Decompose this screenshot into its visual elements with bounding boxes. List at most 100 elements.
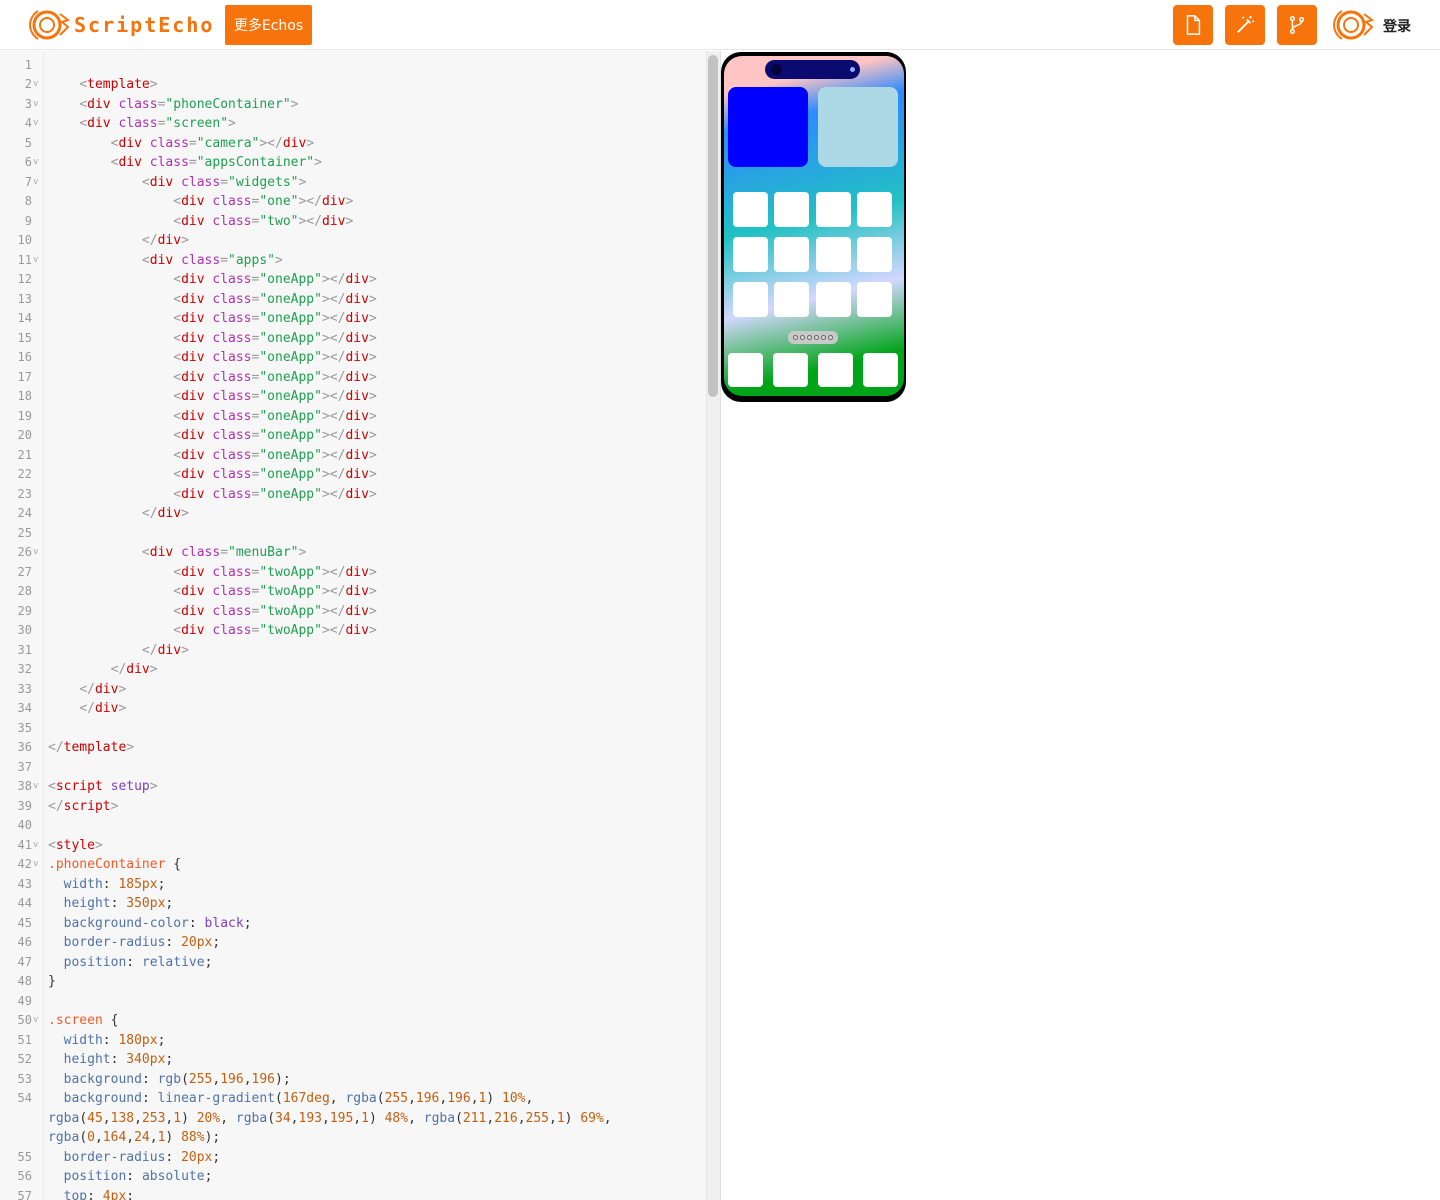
- code-line: <div class="oneApp"></div>: [173, 389, 377, 404]
- line-number: 14: [17, 311, 32, 325]
- fold-chevron-icon[interactable]: v: [33, 114, 38, 134]
- line-number: 41: [17, 837, 32, 852]
- line-number: 35: [17, 720, 32, 735]
- line-number: 16: [17, 350, 32, 364]
- code-editor[interactable]: 1 2 v 3 v 4 v 5 6 v 7 v 8 9 10 11 v 12 13 14 15 16 17 18 19 20 21 2…: [0, 51, 706, 1200]
- magic-wand-icon: [1237, 15, 1255, 33]
- line-number: 38: [17, 779, 32, 793]
- app-icon: [816, 237, 851, 272]
- line-number: 43: [17, 876, 32, 891]
- phone-preview: [721, 52, 906, 402]
- fold-chevron-icon[interactable]: v: [33, 75, 38, 95]
- magic-button[interactable]: [1225, 5, 1265, 45]
- code-line: <div class="camera"></div>: [110, 135, 315, 151]
- fold-chevron-icon[interactable]: v: [33, 855, 38, 875]
- app-icon: [774, 192, 809, 227]
- page-dot: [807, 335, 812, 340]
- page-dot: [814, 335, 819, 340]
- fold-chevron-icon[interactable]: v: [33, 836, 38, 856]
- line-number: 18: [17, 389, 32, 403]
- login-link[interactable]: 登录: [1383, 16, 1411, 36]
- line-number: 53: [17, 1071, 32, 1086]
- dock-app: [863, 353, 898, 387]
- fold-chevron-icon[interactable]: v: [33, 173, 38, 193]
- code-line: <style>: [48, 837, 103, 853]
- fold-chevron-icon[interactable]: v: [33, 153, 38, 173]
- code-line: <div class="twoApp"></div>: [173, 584, 377, 599]
- code-line: </div>: [141, 233, 189, 248]
- code-line: <div class="oneApp"></div>: [173, 408, 377, 424]
- line-number: 9: [24, 213, 32, 228]
- app-icon: [733, 192, 768, 227]
- page-dot: [800, 335, 805, 340]
- line-number: 3: [24, 96, 32, 111]
- line-number: 54: [17, 1091, 32, 1105]
- widget-two: [818, 87, 898, 167]
- code-line: <div class="oneApp"></div>: [173, 467, 377, 482]
- line-number: 42: [17, 857, 32, 871]
- fold-chevron-icon[interactable]: v: [33, 543, 38, 563]
- code-line: <script setup>: [48, 779, 158, 794]
- dock-app: [818, 353, 853, 387]
- logo[interactable]: ScriptEcho: [28, 6, 214, 44]
- line-number: 46: [17, 935, 32, 949]
- line-number: 40: [17, 818, 32, 832]
- code-line: <div class="oneApp"></div>: [173, 428, 377, 443]
- line-number: 39: [17, 798, 32, 813]
- app-icon: [774, 237, 809, 272]
- line-number: 37: [17, 759, 32, 774]
- code-line: <div class="twoApp"></div>: [173, 564, 377, 580]
- code-line: border-radius: 20px;: [63, 935, 221, 950]
- code-line: <div class="oneApp"></div>: [173, 291, 377, 307]
- code-line: <div class="menuBar">: [141, 545, 307, 560]
- code-line: <div class="phoneContainer">: [79, 96, 299, 112]
- camera-sensor: [850, 67, 855, 72]
- line-number: 2: [24, 77, 32, 91]
- code-line: position: relative;: [63, 954, 213, 970]
- line-number: 17: [17, 369, 32, 384]
- fold-chevron-icon[interactable]: v: [33, 95, 38, 115]
- line-number: 45: [17, 915, 32, 930]
- line-number: 52: [17, 1052, 32, 1066]
- code-line: </div>: [141, 642, 189, 658]
- branch-button[interactable]: [1277, 5, 1317, 45]
- page-dot: [821, 335, 826, 340]
- line-number: 24: [17, 506, 32, 520]
- code-line: background: rgb(255,196,196);: [63, 1071, 291, 1087]
- dock-app: [728, 353, 763, 387]
- line-number: 50: [17, 1013, 32, 1027]
- line-number: 31: [17, 642, 32, 657]
- app-icon: [733, 282, 768, 317]
- code-line: height: 350px;: [63, 896, 174, 911]
- fold-chevron-icon[interactable]: v: [33, 251, 38, 271]
- code-line: </div>: [79, 681, 127, 697]
- code-line: </script>: [48, 798, 119, 814]
- code-line: <div class="twoApp"></div>: [173, 603, 377, 619]
- line-number: 51: [17, 1032, 32, 1047]
- line-number: 28: [17, 584, 32, 598]
- code-line: width: 180px;: [63, 1032, 166, 1048]
- dock-app: [773, 353, 808, 387]
- line-number: 57: [17, 1188, 32, 1200]
- code-line: rgba(0,164,24,1) 88%);: [48, 1130, 221, 1145]
- code-line: </template>: [48, 740, 135, 755]
- code-line: <div class="oneApp"></div>: [173, 311, 377, 326]
- code-line: .screen {: [48, 1013, 119, 1028]
- user-avatar-icon[interactable]: [1332, 5, 1374, 45]
- line-number: 26: [17, 545, 32, 559]
- code-line: <template>: [79, 77, 158, 92]
- code-line: background-color: black;: [63, 915, 252, 931]
- phone-screen: [724, 56, 904, 396]
- line-number: 8: [24, 194, 32, 208]
- line-number: 10: [17, 233, 32, 247]
- line-number: 1: [24, 57, 32, 72]
- code-line: <div class="widgets">: [141, 174, 307, 190]
- fold-chevron-icon[interactable]: v: [33, 777, 38, 797]
- line-number: 49: [17, 993, 32, 1008]
- fold-chevron-icon[interactable]: v: [33, 1011, 38, 1031]
- new-file-button[interactable]: [1173, 5, 1213, 45]
- line-number: 13: [17, 291, 32, 306]
- editor-scrollbar-thumb[interactable]: [708, 55, 718, 397]
- code-line: width: 185px;: [63, 876, 166, 892]
- more-echos-button[interactable]: 更多Echos: [225, 5, 312, 45]
